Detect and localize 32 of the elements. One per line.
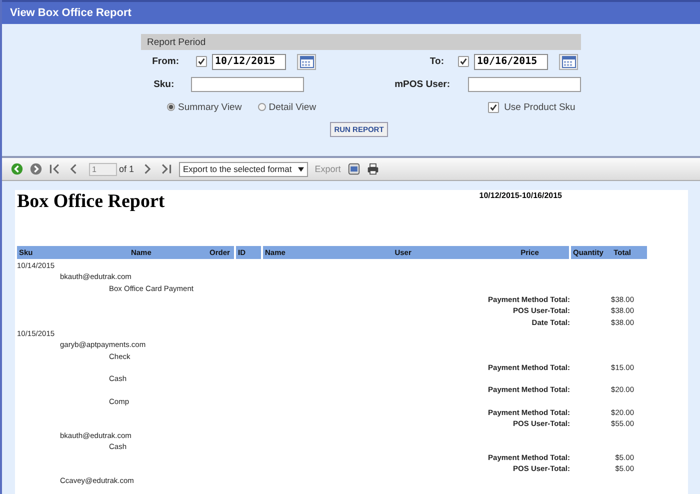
date-field[interactable]: 10/12/2015 xyxy=(212,54,286,70)
calendar-button[interactable] xyxy=(559,54,578,70)
page-count: of 1 xyxy=(119,164,134,174)
radio-button[interactable] xyxy=(258,103,266,111)
user-field[interactable] xyxy=(468,77,581,92)
radio-button[interactable] xyxy=(167,103,175,111)
sku-field[interactable] xyxy=(191,77,304,92)
checkbox[interactable] xyxy=(458,56,469,67)
report-title: Box Office Report xyxy=(17,191,165,214)
date-range: 10/12/2015-10/16/2015 xyxy=(479,191,562,202)
forward-icon[interactable] xyxy=(30,163,42,175)
page-number-field[interactable]: 1 xyxy=(89,162,117,176)
option-label: Summary View xyxy=(178,102,242,112)
caret-icon xyxy=(298,166,304,172)
date-field[interactable]: 10/16/2015 xyxy=(474,54,548,70)
last-page-icon[interactable] xyxy=(160,163,172,175)
first-page-icon[interactable] xyxy=(49,163,61,175)
option-label: Use Product Sku xyxy=(504,102,576,112)
field-label: From: xyxy=(151,56,179,67)
field-label: mPOS User: xyxy=(394,79,450,90)
checkbox[interactable] xyxy=(196,56,207,67)
window-title: View Box Office Report xyxy=(10,7,132,19)
field-label: To: xyxy=(428,56,444,67)
option-label: Detail View xyxy=(268,102,316,112)
section-title: Report Period xyxy=(147,36,206,48)
print-icon[interactable] xyxy=(366,163,379,175)
back-icon[interactable] xyxy=(11,163,23,175)
document-icon[interactable] xyxy=(348,163,360,175)
field-label: Sku: xyxy=(152,79,174,90)
export-format-dropdown[interactable]: Export to the selected format xyxy=(179,162,308,176)
checkbox[interactable] xyxy=(488,102,500,112)
calendar-button[interactable] xyxy=(297,54,316,70)
